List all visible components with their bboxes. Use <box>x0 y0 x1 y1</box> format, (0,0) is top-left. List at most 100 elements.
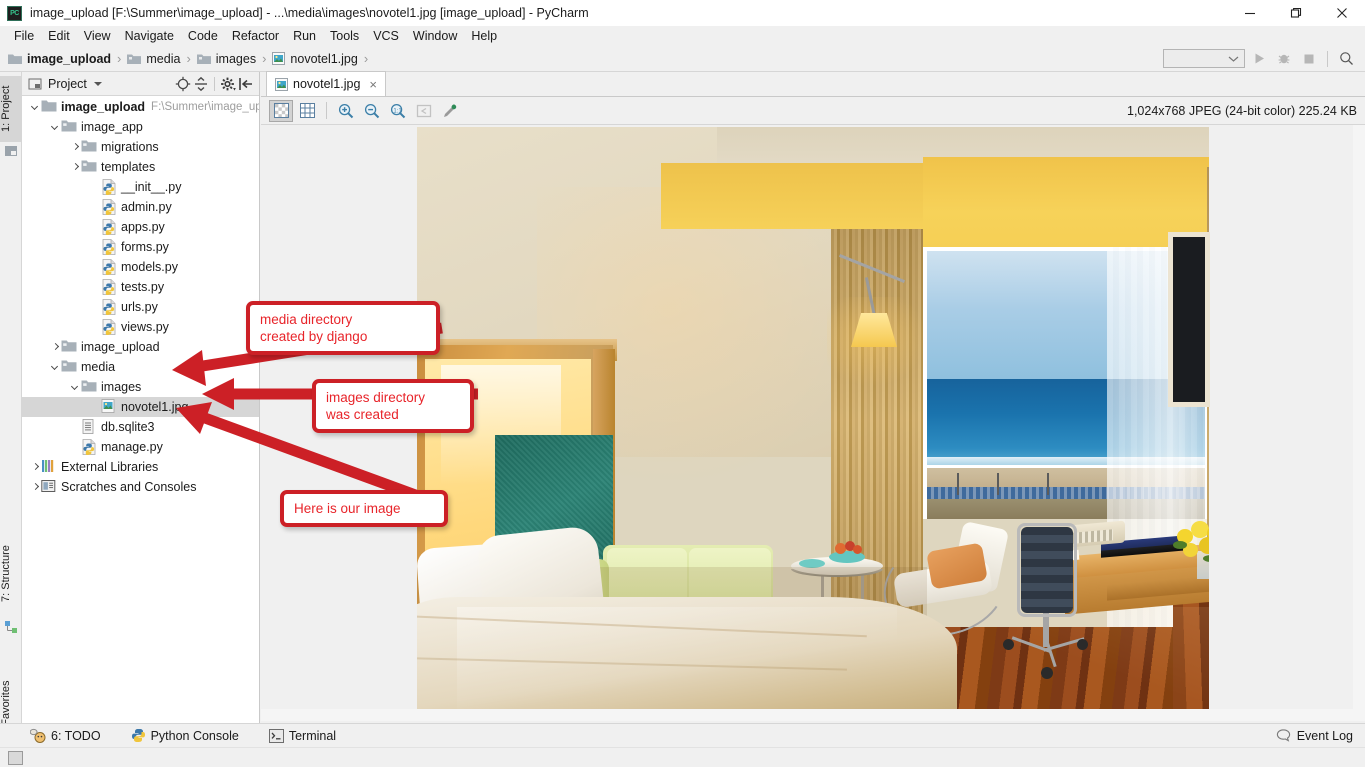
search-icon <box>1339 52 1353 65</box>
minimize-button[interactable] <box>1227 0 1273 26</box>
locate-target-icon[interactable] <box>175 76 191 92</box>
toggle-grid-button[interactable] <box>295 100 319 122</box>
chevron-down-icon[interactable] <box>50 122 61 133</box>
tree-node-image-upload[interactable]: image_upload <box>22 337 259 357</box>
tree-node-urls-py[interactable]: urls.py <box>22 297 259 317</box>
chevron-down-icon[interactable] <box>93 81 102 86</box>
sidebar-item-project[interactable]: 1: Project <box>0 76 22 142</box>
event-log-area[interactable]: Event Log <box>1276 728 1365 743</box>
project-panel-actions <box>175 76 259 92</box>
python-file-icon <box>101 299 117 316</box>
run-configuration-select[interactable] <box>1163 49 1245 68</box>
breadcrumb-item-images[interactable]: images <box>196 51 257 66</box>
project-tool-window: Project image_upload F:\Summer\image_up … <box>22 72 260 723</box>
tab-novotel1-jpg[interactable]: novotel1.jpg × <box>266 71 387 96</box>
pycharm-logo-icon: PC <box>7 5 22 21</box>
tool-window-python-console[interactable]: Python Console <box>131 728 239 743</box>
debug-button[interactable] <box>1273 49 1295 69</box>
stop-button[interactable] <box>1298 49 1320 69</box>
breadcrumb-item-image-upload[interactable]: image_upload <box>8 52 111 66</box>
menu-view-label: View <box>83 29 111 43</box>
tree-node-images[interactable]: images <box>22 377 259 397</box>
tree-node-admin-py[interactable]: admin.py <box>22 197 259 217</box>
maximize-button[interactable] <box>1273 0 1319 26</box>
python-file-icon <box>101 279 117 296</box>
annotation-media-directory: media directory created by django <box>246 301 440 355</box>
breadcrumb-item-media[interactable]: media <box>127 52 180 66</box>
tree-node-media[interactable]: media <box>22 357 259 377</box>
tree-node-novotel1-jpg[interactable]: novotel1.jpg <box>22 397 259 417</box>
zoom-in-button[interactable] <box>334 100 358 122</box>
tool-window-stripe-left: 1: Project 7: Structure 2: Favorites <box>0 72 22 767</box>
tree-node-image-upload[interactable]: image_upload F:\Summer\image_up <box>22 97 259 117</box>
sidebar-item-structure[interactable]: 7: Structure <box>0 532 22 616</box>
menu-help[interactable]: Help <box>464 27 504 45</box>
tree-node-templates[interactable]: templates <box>22 157 259 177</box>
menu-file-label: File <box>14 29 35 43</box>
close-icon[interactable]: × <box>369 77 377 92</box>
breadcrumb-label: images <box>215 51 257 66</box>
tree-node-label: apps.py <box>121 220 165 234</box>
annotation-here-is-image: Here is our image <box>280 490 448 527</box>
tree-node-apps-py[interactable]: apps.py <box>22 217 259 237</box>
menu-vcs[interactable]: VCS <box>366 27 406 45</box>
chevron-right-icon[interactable] <box>30 462 41 473</box>
collapse-all-icon[interactable] <box>193 76 209 92</box>
tab-label: novotel1.jpg <box>293 77 361 91</box>
breadcrumb-item-novotel1[interactable]: novotel1.jpg <box>272 52 358 66</box>
chevron-right-icon[interactable] <box>50 342 61 353</box>
tree-node-migrations[interactable]: migrations <box>22 137 259 157</box>
toggle-transparency-chessboard-button[interactable] <box>269 99 293 122</box>
menu-edit[interactable]: Edit <box>41 27 77 45</box>
tree-node-db-sqlite3[interactable]: db.sqlite3 <box>22 417 259 437</box>
menu-run[interactable]: Run <box>286 27 323 45</box>
chair-caster <box>1077 639 1088 650</box>
project-panel-header: Project <box>22 72 259 96</box>
menu-refactor[interactable]: Refactor <box>225 27 286 45</box>
tool-window-todo[interactable]: 6: TODO <box>30 728 101 743</box>
menu-file[interactable]: File <box>7 27 41 45</box>
tree-node-views-py[interactable]: views.py <box>22 317 259 337</box>
run-button[interactable] <box>1248 49 1270 69</box>
fit-to-window-button[interactable] <box>412 100 436 122</box>
canvas-vertical-scrollbar[interactable] <box>1353 125 1365 721</box>
chevron-down-icon[interactable] <box>50 362 61 373</box>
hide-panel-icon[interactable] <box>238 76 254 92</box>
tool-window-terminal[interactable]: Terminal <box>268 728 336 743</box>
actual-size-button[interactable]: 1:1 <box>386 100 410 122</box>
gear-icon[interactable] <box>220 76 236 92</box>
tree-node-manage-py[interactable]: manage.py <box>22 437 259 457</box>
menu-code[interactable]: Code <box>181 27 225 45</box>
tree-node--init-py[interactable]: __init__.py <box>22 177 259 197</box>
search-everywhere-button[interactable] <box>1335 49 1357 69</box>
color-picker-button[interactable] <box>438 100 462 122</box>
db-file-icon <box>81 419 97 435</box>
canvas-horizontal-scrollbar[interactable] <box>261 709 1353 721</box>
menu-tools[interactable]: Tools <box>323 27 366 45</box>
svg-text:1:1: 1:1 <box>393 108 402 114</box>
chevron-right-icon[interactable] <box>70 162 81 173</box>
tree-node-models-py[interactable]: models.py <box>22 257 259 277</box>
tree-node-forms-py[interactable]: forms.py <box>22 237 259 257</box>
tree-node-label: External Libraries <box>61 460 159 474</box>
zoom-out-button[interactable] <box>360 100 384 122</box>
image-info-label: 1,024x768 JPEG (24-bit color) 225.24 KB <box>1127 103 1357 118</box>
tree-node-tests-py[interactable]: tests.py <box>22 277 259 297</box>
tree-node-image-app[interactable]: image_app <box>22 117 259 137</box>
tree-node-scratches-and-consoles[interactable]: Scratches and Consoles <box>22 477 259 497</box>
chevron-down-icon[interactable] <box>70 382 81 393</box>
chevron-right-icon[interactable] <box>30 482 41 493</box>
chevron-down-icon[interactable] <box>30 102 41 113</box>
chevron-right-icon[interactable] <box>70 142 81 153</box>
menu-window[interactable]: Window <box>406 27 464 45</box>
project-icon <box>28 78 42 89</box>
menu-view[interactable]: View <box>77 27 118 45</box>
menu-navigate[interactable]: Navigate <box>118 27 181 45</box>
memory-indicator-icon[interactable] <box>8 750 23 765</box>
window-title: image_upload [F:\Summer\image_upload] - … <box>30 6 589 20</box>
project-tree[interactable]: image_upload F:\Summer\image_up image_app m… <box>22 97 259 723</box>
tree-node-external-libraries[interactable]: External Libraries <box>22 457 259 477</box>
close-button[interactable] <box>1319 0 1365 26</box>
